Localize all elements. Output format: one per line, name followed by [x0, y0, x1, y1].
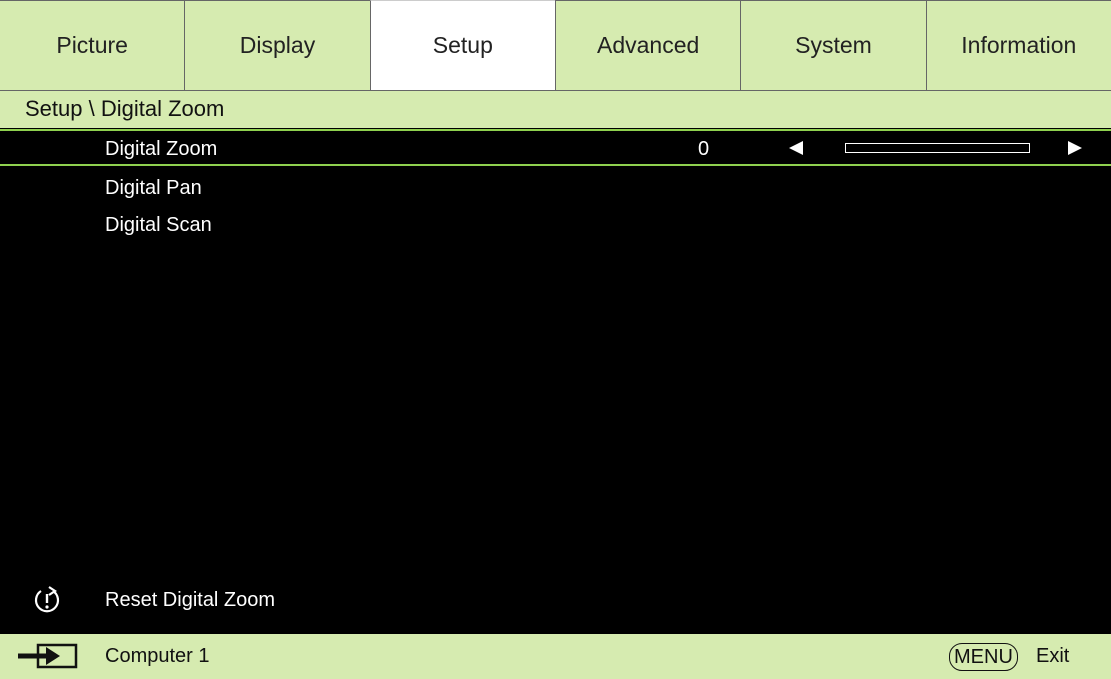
digital-zoom-value: 0 — [698, 138, 710, 160]
menu-item-digital-zoom[interactable]: Digital Zoom 0 — [0, 129, 1111, 166]
input-source-icon — [18, 643, 78, 669]
tab-advanced[interactable]: Advanced — [554, 0, 741, 90]
reset-digital-zoom-item[interactable]: Reset Digital Zoom — [0, 578, 1111, 622]
menu-item-label: Digital Scan — [105, 214, 212, 236]
menu-item-digital-scan[interactable]: Digital Scan — [0, 207, 1111, 244]
status-bar: Computer 1 MENU Exit — [0, 634, 1111, 679]
menu-item-label: Digital Zoom — [105, 138, 218, 160]
exit-label: Exit — [1036, 645, 1070, 667]
tab-picture[interactable]: Picture — [0, 0, 185, 90]
menu-item-digital-pan[interactable]: Digital Pan — [0, 170, 1111, 207]
reset-label: Reset Digital Zoom — [105, 589, 276, 611]
tab-information[interactable]: Information — [925, 0, 1111, 90]
breadcrumb: Setup \ Digital Zoom — [0, 90, 1111, 128]
tab-setup[interactable]: Setup — [369, 0, 555, 90]
decrease-arrow-icon[interactable] — [789, 140, 803, 155]
menu-key-badge: MENU — [949, 643, 1018, 671]
tab-bar: Picture Display Setup Advanced System In… — [0, 0, 1111, 90]
increase-arrow-icon[interactable] — [1068, 140, 1082, 155]
reset-icon — [34, 586, 60, 613]
digital-zoom-slider[interactable] — [845, 142, 1030, 153]
input-source-label: Computer 1 — [105, 645, 210, 667]
menu-item-label: Digital Pan — [105, 177, 202, 199]
tab-display[interactable]: Display — [184, 0, 370, 90]
tab-system[interactable]: System — [740, 0, 926, 90]
